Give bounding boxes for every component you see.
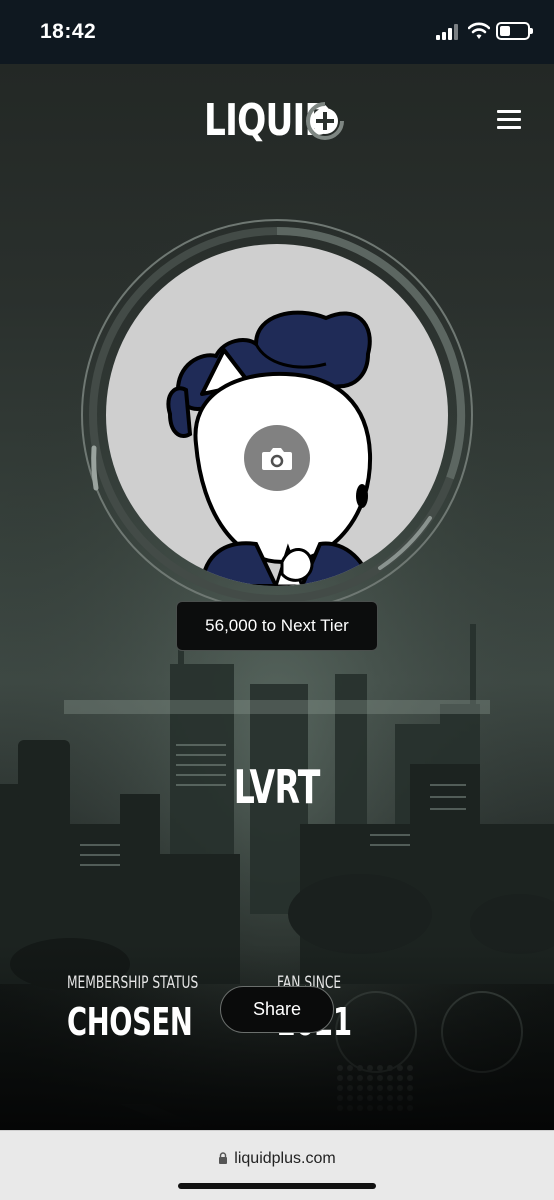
change-avatar-button[interactable] [244,425,310,491]
status-bar: 18:42 [0,0,554,64]
wifi-icon [468,22,490,39]
membership-status-value: CHOSEN [67,1000,193,1044]
liquid-plus-logo[interactable]: LIQUID [204,92,368,148]
status-time: 18:42 [40,20,97,43]
avatar-character-image [166,310,373,586]
url-display[interactable]: liquidplus.com [0,1150,554,1168]
lock-icon [219,1152,228,1164]
menu-icon[interactable] [497,110,521,130]
home-indicator[interactable] [178,1183,376,1189]
logo-plus-icon [306,102,344,140]
share-button[interactable]: Share [220,986,334,1033]
browser-url-bar[interactable]: liquidplus.com [0,1130,554,1200]
battery-icon [496,22,533,40]
membership-status-label: MEMBERSHIP STATUS [67,973,199,993]
tier-progress-badge: 56,000 to Next Tier [176,601,378,651]
signal-icon [436,24,460,40]
url-text: liquidplus.com [234,1150,336,1167]
camera-icon [262,448,292,470]
avatar[interactable] [106,244,448,586]
username: LVRT [234,760,321,814]
